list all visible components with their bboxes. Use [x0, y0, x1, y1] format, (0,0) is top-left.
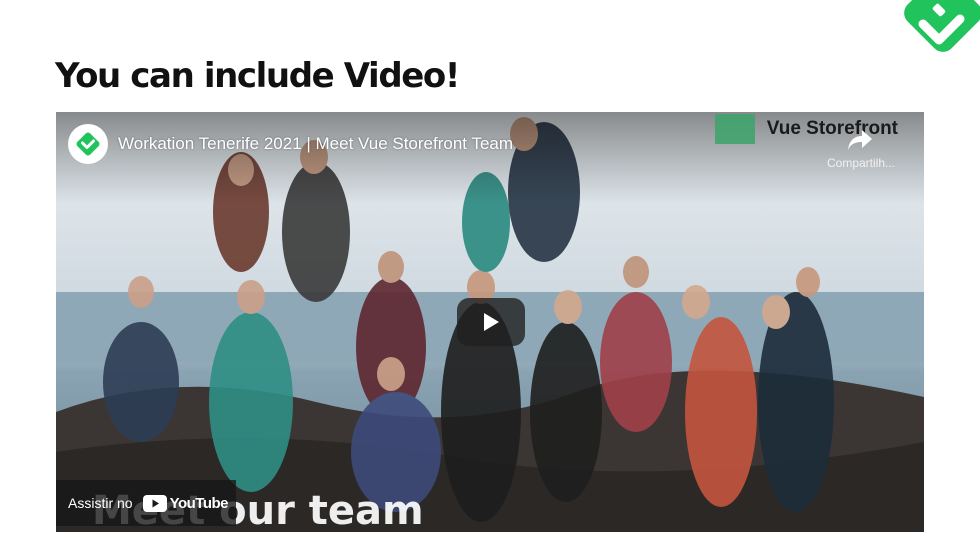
- play-button[interactable]: [457, 298, 525, 346]
- corner-logo: [900, 0, 980, 68]
- storefront-check-icon: [904, 0, 980, 52]
- slide-title: You can include Video!: [55, 56, 460, 96]
- youtube-wordmark: YouTube: [169, 494, 229, 512]
- share-label: Compartilh...: [826, 156, 896, 170]
- channel-avatar[interactable]: [68, 124, 108, 164]
- youtube-play-icon: [142, 494, 167, 512]
- share-icon: [848, 130, 872, 150]
- play-icon: [484, 313, 499, 331]
- video-player[interactable]: Workation Tenerife 2021 | Meet Vue Store…: [56, 112, 924, 532]
- watch-on-label: Assistir no: [68, 495, 133, 511]
- share-button[interactable]: Compartilh...: [820, 126, 902, 172]
- youtube-logo: YouTube: [142, 494, 229, 512]
- storefront-check-icon: [76, 132, 100, 156]
- watch-on-youtube-button[interactable]: Assistir no YouTube: [56, 480, 236, 526]
- shopping-bag-icon: [714, 114, 755, 144]
- video-title[interactable]: Workation Tenerife 2021 | Meet Vue Store…: [118, 134, 513, 154]
